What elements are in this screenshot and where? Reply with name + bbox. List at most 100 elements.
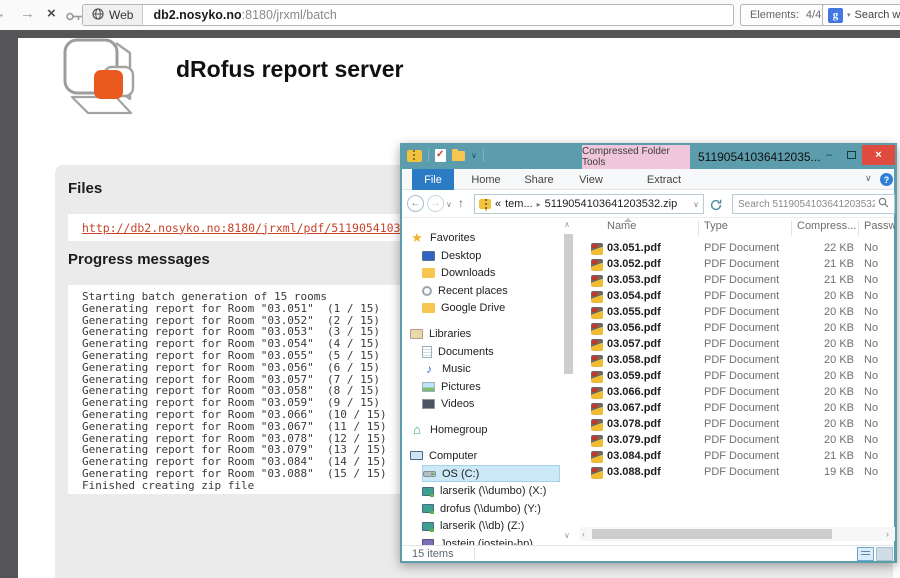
files-heading: Files — [68, 180, 102, 197]
file-row[interactable]: 03.088.pdfPDF Document19 KBNo — [580, 465, 895, 481]
file-password: No — [864, 354, 878, 366]
ribbon-tab-file[interactable]: File — [412, 169, 454, 190]
nav-item-pictures[interactable]: Pictures — [422, 378, 560, 395]
file-row[interactable]: 03.056.pdfPDF Document20 KBNo — [580, 321, 895, 337]
elements-counter[interactable]: Elements: 4/4 — [740, 4, 831, 26]
explorer-forward-icon[interactable]: → — [427, 195, 444, 212]
up-one-level-icon[interactable]: ↑ — [458, 196, 464, 210]
customize-toolbar-caret-icon[interactable]: ∨ — [471, 151, 477, 160]
address-dropdown-icon[interactable]: ∨ — [693, 200, 699, 209]
nav-item-recent-places[interactable]: Recent places — [422, 282, 560, 299]
explorer-window: ∨ Compressed Folder Tools 51190541036412… — [400, 143, 897, 563]
scroll-left-icon[interactable]: ‹ — [582, 529, 585, 539]
breadcrumb-overflow[interactable]: « — [495, 198, 501, 210]
new-folder-icon[interactable] — [452, 151, 465, 161]
file-name: 03.056.pdf — [607, 322, 661, 334]
search-engine-caret-icon[interactable]: ▾ — [847, 11, 851, 19]
minimize-button[interactable]: – — [818, 145, 840, 165]
explorer-back-icon[interactable]: ← — [407, 195, 424, 212]
url-bar[interactable]: Web db2.nosyko.no:8180/jrxml/batch — [82, 4, 734, 26]
nav-item-desktop[interactable]: Desktop — [422, 247, 560, 264]
help-icon[interactable]: ? — [880, 173, 893, 186]
nav-scrollbar-thumb[interactable] — [564, 234, 573, 374]
column-header-type[interactable]: Type — [704, 220, 728, 232]
file-size: 19 KB — [797, 466, 854, 478]
nav-item-larserik-db-z-[interactable]: larserik (\\db) (Z:) — [422, 518, 560, 535]
nav-item-downloads[interactable]: Downloads — [422, 265, 560, 282]
breadcrumb-separator-icon: ▸ — [537, 200, 541, 209]
ribbon-tab-extract[interactable]: Extract — [640, 169, 688, 190]
breadcrumb-current[interactable]: 5119054103641203532.zip — [545, 198, 678, 210]
progress-heading: Progress messages — [68, 251, 210, 268]
file-row[interactable]: 03.084.pdfPDF Document21 KBNo — [580, 449, 895, 465]
ribbon-tab-view[interactable]: View — [570, 169, 612, 190]
nav-item-drofus-dumbo-y-[interactable]: drofus (\\dumbo) (Y:) — [422, 500, 560, 517]
nav-item-os-c-[interactable]: OS (C:) — [422, 465, 560, 482]
file-row[interactable]: 03.079.pdfPDF Document20 KBNo — [580, 433, 895, 449]
file-row[interactable]: 03.067.pdfPDF Document20 KBNo — [580, 401, 895, 417]
column-header-compress[interactable]: Compress... — [797, 220, 856, 232]
nav-group-favorites[interactable]: Favorites — [410, 229, 562, 246]
file-row[interactable]: 03.058.pdfPDF Document20 KBNo — [580, 353, 895, 369]
nav-item-jostein-jostein-hp-[interactable]: Jostein (jostein-hp) — [422, 535, 560, 545]
ribbon-tab-home[interactable]: Home — [464, 169, 508, 190]
column-header-name[interactable]: Name — [607, 220, 636, 232]
file-type: PDF Document — [704, 370, 779, 382]
history-caret-icon[interactable]: ∨ — [446, 200, 452, 209]
file-row[interactable]: 03.059.pdfPDF Document20 KBNo — [580, 369, 895, 385]
explorer-titlebar[interactable]: ∨ Compressed Folder Tools 51190541036412… — [402, 145, 894, 169]
file-row[interactable]: 03.051.pdfPDF Document22 KBNo — [580, 241, 895, 257]
file-password: No — [864, 258, 878, 270]
pdf-file-icon — [591, 323, 603, 335]
scroll-up-icon[interactable]: ∧ — [564, 220, 570, 229]
maximize-button[interactable] — [840, 145, 862, 165]
file-row[interactable]: 03.054.pdfPDF Document20 KBNo — [580, 289, 895, 305]
file-size: 21 KB — [797, 274, 854, 286]
scroll-down-icon[interactable]: ∨ — [564, 531, 570, 540]
details-view-icon[interactable] — [857, 547, 874, 561]
forward-icon[interactable]: → — [20, 5, 35, 22]
properties-icon[interactable] — [435, 149, 446, 162]
back-icon[interactable]: → — [0, 5, 6, 22]
nav-item-music[interactable]: Music — [422, 361, 560, 378]
nav-item-larserik-dumbo-x-[interactable]: larserik (\\dumbo) (X:) — [422, 483, 560, 500]
address-bar[interactable]: « tem... ▸ 5119054103641203532.zip ∨ — [474, 194, 704, 214]
file-password: No — [864, 466, 878, 478]
ribbon-tab-share[interactable]: Share — [516, 169, 562, 190]
url-text[interactable]: db2.nosyko.no:8180/jrxml/batch — [143, 8, 336, 22]
file-row[interactable]: 03.055.pdfPDF Document20 KBNo — [580, 305, 895, 321]
nav-group-libraries[interactable]: Libraries — [410, 325, 562, 342]
zip-folder-icon[interactable] — [407, 150, 422, 162]
file-row[interactable]: 03.057.pdfPDF Document20 KBNo — [580, 337, 895, 353]
browser-search-box[interactable]: g ▾ Search with G — [822, 4, 900, 26]
nav-group-homegroup[interactable]: Homegroup — [410, 421, 562, 438]
compressed-folder-tools-tab[interactable]: Compressed Folder Tools — [582, 145, 690, 169]
large-icons-view-icon[interactable] — [876, 547, 893, 561]
stop-icon[interactable]: × — [47, 5, 56, 22]
search-input[interactable]: Search 5119054103641203532.... — [732, 194, 895, 214]
scroll-right-icon[interactable]: › — [886, 529, 889, 539]
nav-item-documents[interactable]: Documents — [422, 343, 560, 360]
collapse-ribbon-icon[interactable]: ∨ — [865, 173, 872, 184]
close-button[interactable]: × — [862, 145, 895, 165]
address-zip-icon — [479, 199, 491, 209]
nav-group-computer[interactable]: Computer — [410, 447, 562, 464]
horizontal-scrollbar[interactable]: ‹ › — [580, 527, 895, 541]
file-row[interactable]: 03.078.pdfPDF Document20 KBNo — [580, 417, 895, 433]
pdf-file-icon — [591, 307, 603, 319]
file-name: 03.055.pdf — [607, 306, 661, 318]
refresh-icon[interactable] — [710, 198, 722, 216]
key-icon[interactable] — [66, 9, 83, 26]
breadcrumb-folder[interactable]: tem... — [505, 198, 533, 210]
file-type: PDF Document — [704, 402, 779, 414]
nav-scrollbar[interactable]: ∧ ∨ — [562, 218, 575, 545]
nav-item-videos[interactable]: Videos — [422, 396, 560, 413]
nav-item-google-drive[interactable]: Google Drive — [422, 300, 560, 317]
file-row[interactable]: 03.053.pdfPDF Document21 KBNo — [580, 273, 895, 289]
file-row[interactable]: 03.066.pdfPDF Document20 KBNo — [580, 385, 895, 401]
column-header-passwor[interactable]: Passwor — [864, 220, 895, 232]
web-keyword-chip[interactable]: Web — [83, 5, 143, 25]
file-list: Name Type Compress... Passwor 03.051.pdfPDF … — [580, 218, 895, 545]
horizontal-scrollbar-thumb[interactable] — [592, 529, 832, 539]
file-row[interactable]: 03.052.pdfPDF Document21 KBNo — [580, 257, 895, 273]
